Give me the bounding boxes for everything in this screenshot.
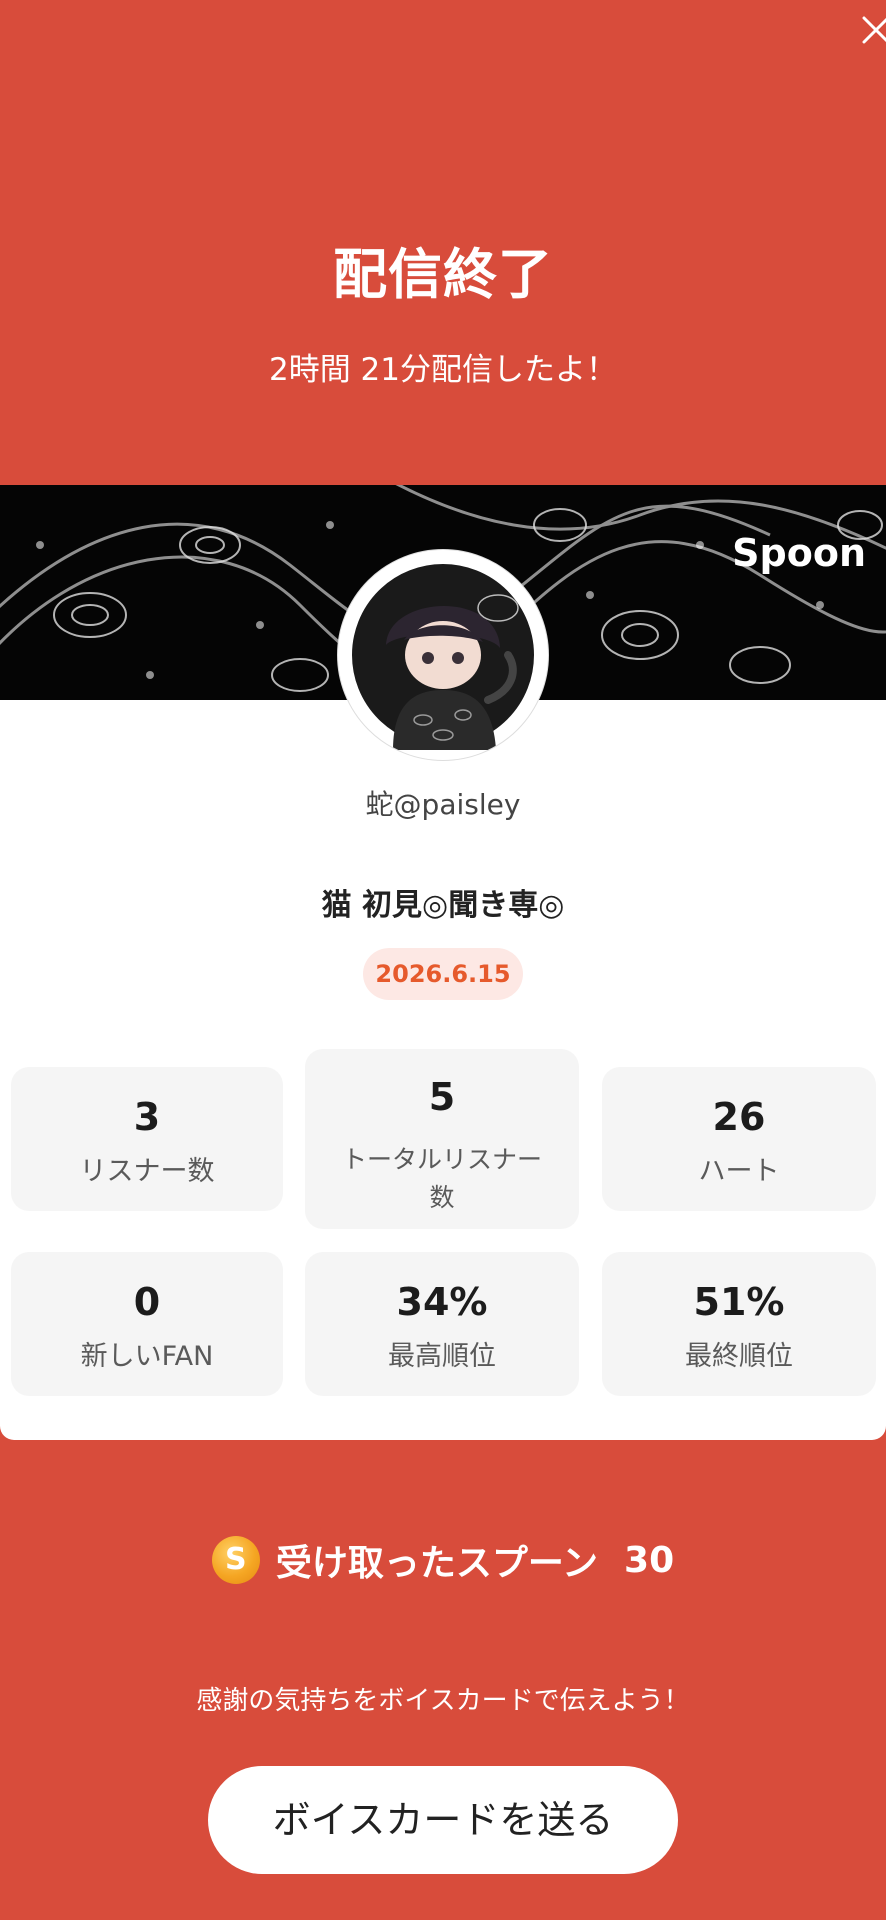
send-voice-card-button[interactable]: ボイスカードを送る (208, 1766, 678, 1874)
received-spoons: S 受け取ったスプーン 30 (0, 1534, 886, 1590)
username: 蛇@paisley (365, 788, 521, 821)
stat-top-rank: 34% 最高順位 (305, 1252, 579, 1396)
stream-title: 猫 初見◎聞き専◎ (321, 888, 565, 923)
stat-hearts: 26 ハート (602, 1067, 876, 1211)
spoons-count: 30 (624, 1539, 675, 1581)
spoons-label: 受け取ったスプーン (275, 1543, 599, 1584)
broadcast-end-screen: 配信終了 2時間 21分配信したよ！ Spoon 蛇@paisley 猫 初見◎… (0, 0, 886, 1920)
summary-card: Spoon 蛇@paisley 猫 初見◎聞き専◎ 2026.6.15 3 リス… (0, 485, 886, 1440)
close-icon[interactable] (852, 8, 886, 56)
stat-listeners: 3 リスナー数 (11, 1067, 283, 1211)
stat-label: 最高順位 (388, 1341, 496, 1372)
stat-value: 0 (133, 1280, 161, 1324)
spoon-coin-icon: S (211, 1536, 260, 1584)
thanks-message: 感謝の気持ちをボイスカードで伝えよう！ (196, 1686, 690, 1716)
stat-label: 新しいFAN (80, 1341, 214, 1372)
stat-value: 51% (693, 1280, 785, 1324)
stat-label: トータルリスナー数 (341, 1145, 542, 1212)
stat-final-rank: 51% 最終順位 (602, 1252, 876, 1396)
stat-value: 26 (712, 1095, 766, 1139)
stat-label: 最終順位 (685, 1341, 793, 1372)
page-title: 配信終了 (333, 243, 553, 306)
stat-total-listeners: 5 トータルリスナー数 (305, 1049, 579, 1229)
stat-label: リスナー数 (79, 1156, 215, 1187)
duration-text: 2時間 21分配信したよ！ (268, 352, 618, 388)
date-badge: 2026.6.15 (363, 948, 523, 1000)
avatar[interactable] (337, 549, 549, 761)
stat-new-fans: 0 新しいFAN (11, 1252, 283, 1396)
spoon-logo: Spoon (732, 531, 866, 575)
stat-value: 34% (396, 1280, 488, 1324)
stat-value: 3 (133, 1095, 161, 1139)
stat-label: ハート (698, 1156, 780, 1187)
stat-value: 5 (428, 1075, 456, 1119)
